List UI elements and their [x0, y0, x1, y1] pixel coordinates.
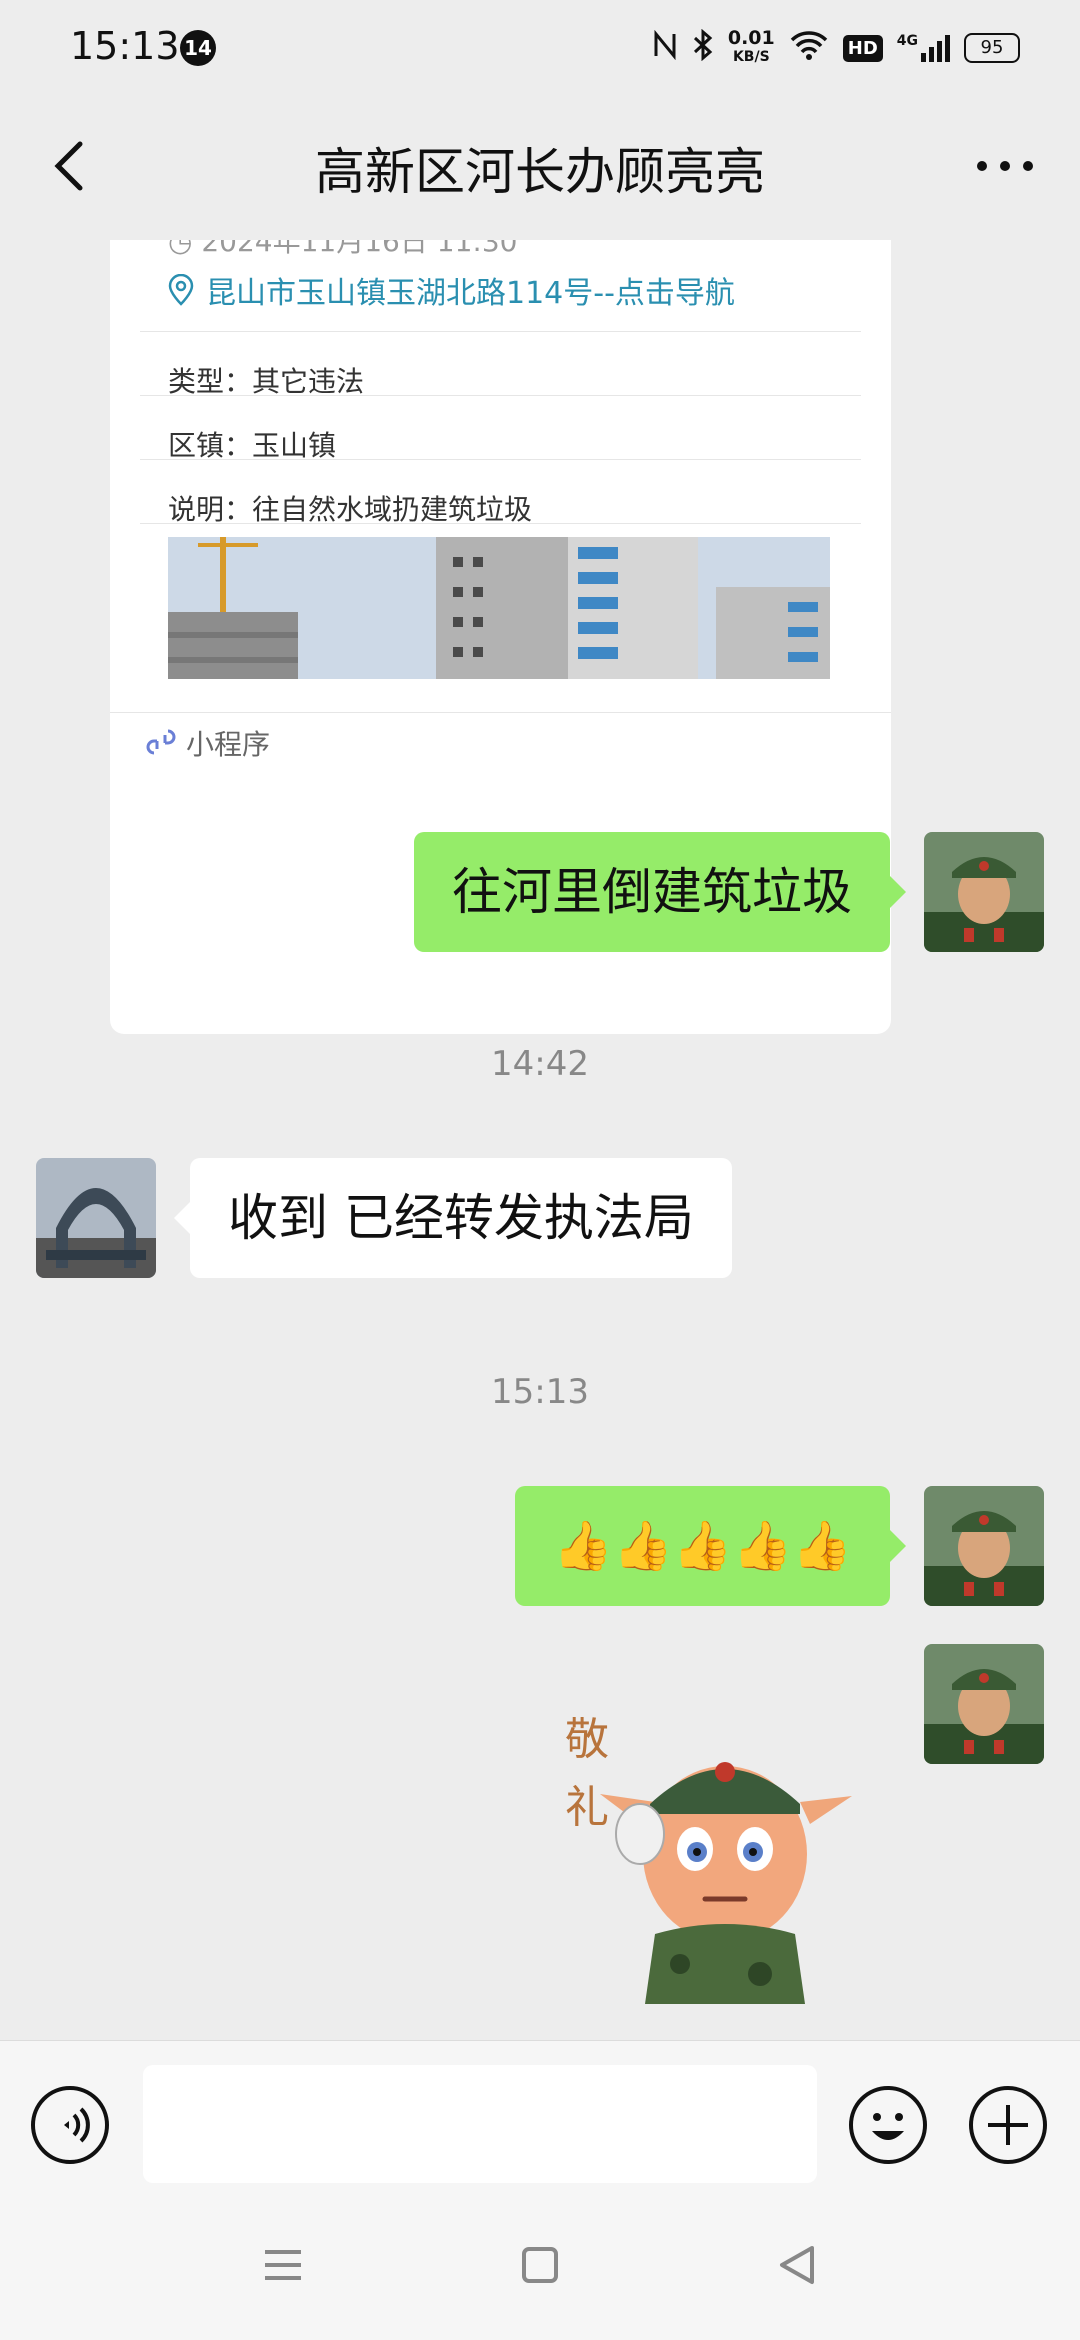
- report-time-text: 2024年11月16日 11:30: [201, 240, 518, 258]
- my-avatar[interactable]: [924, 832, 1044, 952]
- message-bubble-outgoing[interactable]: 👍👍👍👍👍: [515, 1486, 906, 1606]
- more-functions-button[interactable]: [968, 2085, 1048, 2165]
- chevron-left-icon: [54, 141, 83, 191]
- net-speed-unit: KB/S: [732, 49, 770, 65]
- chat-header: 高新区河长办顾亮亮: [0, 96, 1080, 240]
- location-pin-icon: [168, 274, 194, 306]
- emoji-icon: [849, 2086, 927, 2164]
- status-icons: 0.01 KB/S HD 4G 95: [652, 24, 1020, 72]
- network-type: 4G: [896, 33, 918, 49]
- home-button[interactable]: [505, 2230, 575, 2300]
- wifi-icon: [789, 29, 829, 68]
- divider: [140, 459, 861, 460]
- mini-program-icon: [146, 729, 176, 755]
- report-time: ◷ 2024年11月16日 11:30: [168, 240, 517, 260]
- chat-area[interactable]: ◷ 2024年11月16日 11:30 昆山市玉山镇玉湖北路114号--点击导航…: [0, 240, 1080, 2040]
- info-row-district: 区镇：玉山镇: [168, 424, 336, 464]
- signal-icon: 4G: [897, 33, 950, 63]
- menu-icon: [265, 2250, 301, 2280]
- contact-avatar[interactable]: [36, 1158, 156, 1278]
- divider: [140, 331, 861, 332]
- bluetooth-icon: [692, 28, 714, 68]
- row-value: 往自然水域扔建筑垃圾: [252, 493, 533, 526]
- status-time: 15:13: [70, 24, 180, 68]
- status-bar: 15:13 14 0.01 KB/S HD 4G 95: [0, 0, 1080, 96]
- battery-indicator: 95: [964, 33, 1020, 63]
- net-speed: 0.01 KB/S: [728, 29, 775, 67]
- message-input[interactable]: [143, 2065, 817, 2183]
- site-photo[interactable]: [168, 537, 830, 679]
- row-label: 说明：: [168, 493, 253, 526]
- row-label: 区镇：: [168, 429, 253, 462]
- row-value: 其它违法: [252, 365, 365, 398]
- net-speed-value: 0.01: [727, 27, 775, 49]
- notification-badge: 14: [180, 30, 216, 66]
- recent-apps-button[interactable]: [248, 2230, 318, 2300]
- info-row-description: 说明：往自然水域扔建筑垃圾: [168, 488, 532, 528]
- sticker-text: 敬: [565, 1714, 609, 1765]
- home-square-icon: [522, 2247, 558, 2283]
- message-bubble-incoming[interactable]: 收到 已经转发执法局: [174, 1158, 732, 1278]
- mini-program-label: 小程序: [186, 728, 271, 761]
- voice-icon: [31, 2086, 109, 2164]
- message-bubble-outgoing[interactable]: 往河里倒建筑垃圾: [414, 832, 906, 952]
- sticker-text: 礼: [565, 1782, 609, 1833]
- row-value: 玉山镇: [252, 429, 337, 462]
- plus-circle-icon: [969, 2086, 1047, 2164]
- nfc-icon: [652, 29, 678, 67]
- divider: [140, 395, 861, 396]
- back-nav-button[interactable]: [762, 2230, 832, 2300]
- back-button[interactable]: [40, 134, 104, 198]
- info-row-type: 类型：其它违法: [168, 360, 364, 400]
- more-horizontal-icon: [977, 161, 1033, 171]
- salute-sticker[interactable]: 敬 礼: [560, 1674, 880, 2004]
- voice-button[interactable]: [30, 2085, 110, 2165]
- more-button[interactable]: [970, 134, 1040, 198]
- location-link[interactable]: 昆山市玉山镇玉湖北路114号--点击导航: [168, 268, 735, 312]
- my-avatar[interactable]: [924, 1486, 1044, 1606]
- my-avatar[interactable]: [924, 1644, 1044, 1764]
- mini-program-footer: 小程序: [110, 712, 891, 771]
- clock-icon: ◷: [168, 240, 202, 258]
- message-timestamp: 15:13: [491, 1372, 589, 1412]
- system-nav-bar: [0, 2190, 1080, 2340]
- divider: [140, 523, 861, 524]
- back-triangle-icon: [780, 2246, 814, 2284]
- input-bar: [0, 2040, 1080, 2191]
- emoji-button[interactable]: [848, 2085, 928, 2165]
- message-timestamp: 14:42: [491, 1044, 589, 1084]
- page-title: 高新区河长办顾亮亮: [315, 143, 765, 201]
- hd-badge: HD: [842, 34, 883, 62]
- row-label: 类型：: [168, 365, 253, 398]
- location-text: 昆山市玉山镇玉湖北路114号--点击导航: [206, 276, 735, 311]
